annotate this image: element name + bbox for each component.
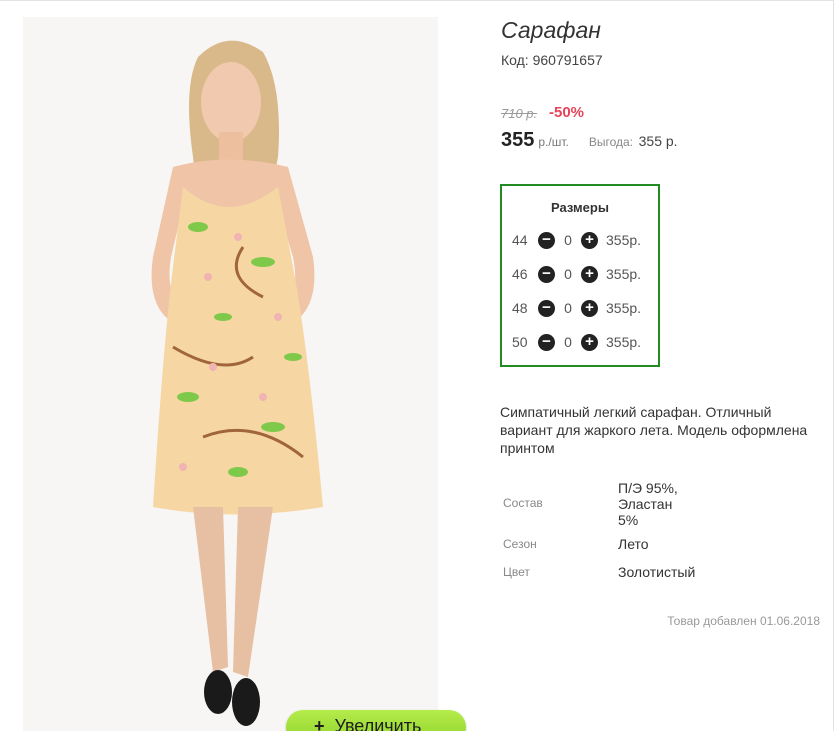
product-description: Симпатичный легкий сарафан. Отличный вар… (500, 404, 808, 456)
plus-circle-icon[interactable]: + (581, 333, 598, 351)
product-title: Сарафан (501, 17, 601, 43)
size-label: 46 (512, 266, 528, 282)
minus-circle-icon[interactable]: − (538, 299, 555, 317)
minus-circle-icon[interactable]: − (538, 333, 555, 351)
minus-circle-icon[interactable]: − (538, 265, 555, 283)
attribute-value: Золотистый (618, 564, 696, 580)
attribute-label: Состав (503, 496, 543, 510)
size-price: 355р. (606, 334, 642, 350)
price-row: 355 р./шт. Выгода: 355 р. (501, 129, 678, 152)
added-date: Товар добавлен 01.06.2018 (667, 614, 820, 628)
size-label: 50 (512, 334, 528, 350)
plus-circle-icon[interactable]: + (581, 231, 598, 249)
benefit-label: Выгода: (588, 135, 634, 149)
plus-circle-icon[interactable]: + (581, 299, 598, 317)
size-price: 355р. (606, 300, 642, 316)
size-label: 48 (512, 300, 528, 316)
size-row: 46 − 0 + 355р. (512, 257, 658, 291)
plus-circle-icon[interactable]: + (581, 265, 598, 283)
attribute-value: Лето (618, 536, 649, 552)
size-price: 355р. (606, 232, 642, 248)
quantity-value: 0 (564, 334, 572, 350)
product-code: Код: 960791657 (501, 52, 603, 68)
quantity-value: 0 (564, 300, 572, 316)
size-price: 355р. (606, 266, 642, 282)
attribute-label: Цвет (503, 565, 530, 579)
zoom-button[interactable]: + Увеличить (286, 710, 466, 731)
attribute-value: П/Э 95%, Эластан 5% (618, 480, 678, 528)
attribute-label: Сезон (503, 537, 537, 551)
size-row: 50 − 0 + 355р. (512, 325, 658, 359)
size-label: 44 (512, 232, 528, 248)
size-row: 44 − 0 + 355р. (512, 223, 658, 257)
quantity-value: 0 (564, 266, 572, 282)
sizes-panel: Размеры 44 − 0 + 355р. 46 − 0 + 355р. 48… (500, 184, 660, 367)
sizes-title: Размеры (551, 200, 609, 215)
discount-badge: -50% (549, 104, 585, 121)
price: 355 (501, 129, 535, 151)
zoom-button-label: Увеличить (334, 716, 422, 731)
minus-circle-icon[interactable]: − (538, 231, 555, 249)
product-photo[interactable] (23, 17, 438, 731)
size-row: 48 − 0 + 355р. (512, 291, 658, 325)
old-price: 710 р. (501, 106, 538, 121)
price-unit: р./шт. (538, 135, 569, 149)
top-divider (0, 0, 834, 1)
benefit-value: 355 р. (638, 133, 678, 149)
plus-icon: + (314, 716, 325, 731)
quantity-value: 0 (564, 232, 572, 248)
